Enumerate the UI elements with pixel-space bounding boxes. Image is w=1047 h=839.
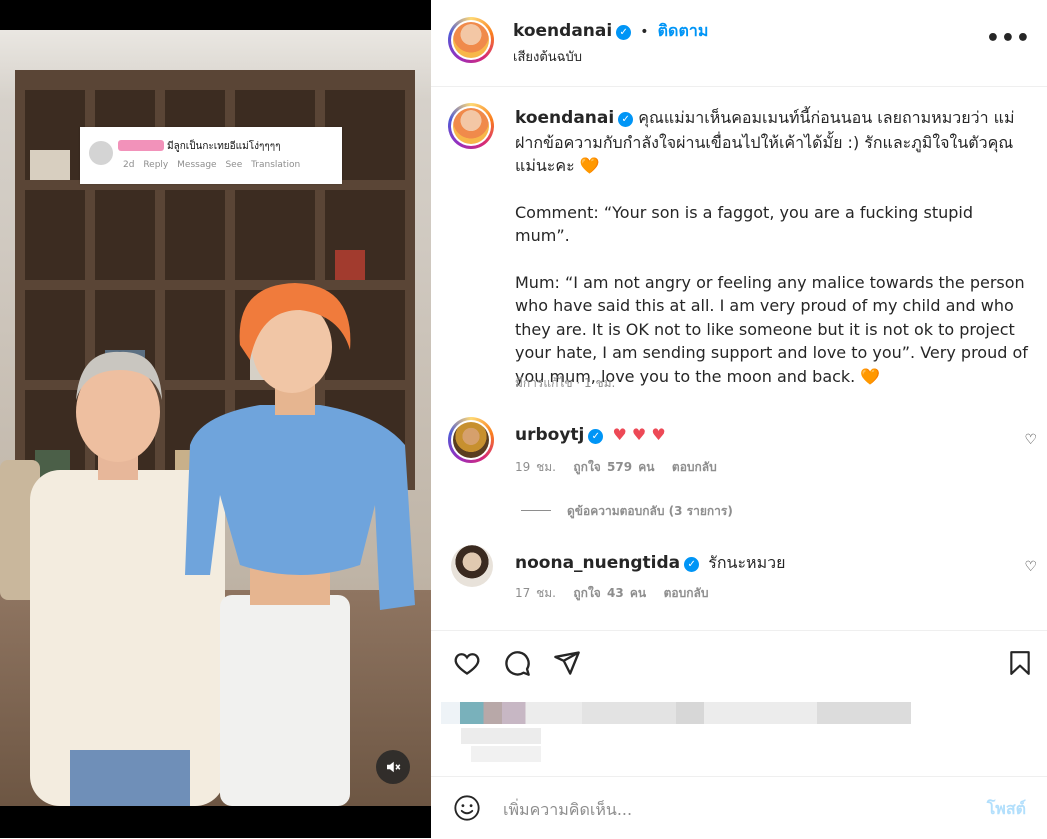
verified-badge-icon: ✓: [618, 112, 634, 128]
verified-badge-icon: ✓: [588, 429, 604, 444]
more-options-icon[interactable]: •••: [986, 26, 1031, 51]
post-comment-button[interactable]: โพสต์: [987, 797, 1026, 822]
overlay-message: Message: [177, 160, 217, 170]
header-separator: •: [640, 24, 649, 40]
author-username[interactable]: koendanai: [513, 21, 612, 41]
post-media[interactable]: มีลูกเป็นกะเทยอีแม่โง่ๆๆๆๆ 2d Reply Mess…: [0, 0, 431, 838]
overlay-translate: See Translation: [225, 160, 301, 170]
redacted-username: [118, 140, 164, 151]
comment-input[interactable]: เพิ่มความคิดเห็น...: [503, 798, 632, 823]
bookmark-icon[interactable]: [1007, 649, 1033, 677]
header-top-line: koendanai ✓ • ติดตาม: [513, 19, 708, 44]
comment-username[interactable]: noona_nuengtida: [515, 553, 680, 573]
comment-reply-button[interactable]: ตอบกลับ: [664, 586, 709, 600]
comment-time: 19 ชม.: [515, 460, 556, 474]
caption-comment-quote: Comment: “Your son is a faggot, you are …: [515, 202, 973, 246]
comment-meta: 19 ชม. ถูกใจ 579 คน ตอบกลับ: [515, 458, 717, 477]
caption-edited-time: มีการแก้ไข · 1 ชม.: [515, 376, 616, 390]
comment-like-heart-icon[interactable]: ♡: [1024, 432, 1037, 448]
comment-likes[interactable]: ถูกใจ 43 คน: [573, 586, 646, 600]
overlay-comment-meta: 2d Reply Message See Translation: [123, 160, 300, 170]
orange-heart-emoji: 🧡: [579, 156, 600, 175]
view-replies-button[interactable]: ดูข้อความตอบกลับ (3 รายการ): [521, 502, 733, 521]
author-avatar[interactable]: [448, 17, 494, 63]
overlay-age: 2d: [123, 160, 135, 170]
speaker-muted-icon: [387, 761, 401, 773]
send-icon[interactable]: [553, 649, 581, 677]
caption-avatar[interactable]: [448, 103, 494, 149]
post-actions-bar: [431, 630, 1047, 701]
post-details-panel: koendanai ✓ • ติดตาม เสียงต้นฉบับ ••• koe…: [431, 0, 1047, 838]
video-frame[interactable]: มีลูกเป็นกะเทยอีแม่โง่ๆๆๆๆ 2d Reply Mess…: [0, 30, 431, 806]
post-header: koendanai ✓ • ติดตาม เสียงต้นฉบับ •••: [431, 0, 1047, 87]
follow-button[interactable]: ติดตาม: [658, 21, 709, 40]
heart-icon[interactable]: [452, 649, 482, 677]
overlay-comment-text: มีลูกเป็นกะเทยอีแม่โง่ๆๆๆๆ: [167, 141, 281, 152]
comment-username[interactable]: urboytj: [515, 425, 584, 445]
add-comment-bar: เพิ่มความคิดเห็น... โพสต์: [431, 776, 1047, 839]
orange-heart-emoji: 🧡: [860, 366, 881, 386]
verified-badge-icon: ✓: [616, 25, 632, 40]
caption-mum-quote: Mum: “I am not angry or feeling any mali…: [515, 272, 1028, 386]
view-replies-label: ดูข้อความตอบกลับ (3 รายการ): [567, 504, 733, 518]
comment-likes[interactable]: ถูกใจ 579 คน: [573, 460, 654, 474]
comment-reply-button[interactable]: ตอบกลับ: [672, 460, 717, 474]
commenter-avatar[interactable]: [448, 417, 494, 463]
comment-icon[interactable]: [503, 649, 531, 677]
comment-text: รักนะหมวย: [708, 553, 786, 572]
person-son: [185, 283, 415, 806]
overlay-reply: Reply: [143, 160, 169, 170]
comment-text: ♥ ♥ ♥: [612, 425, 666, 444]
comment-like-heart-icon[interactable]: ♡: [1024, 559, 1037, 575]
commenter-avatar[interactable]: [451, 545, 493, 587]
likes-summary-redacted: [441, 702, 921, 762]
audio-label[interactable]: เสียงต้นฉบับ: [513, 46, 582, 67]
comment-body: noona_nuengtida ✓ รักนะหมวย: [515, 551, 786, 576]
mute-button[interactable]: [376, 750, 410, 784]
comment-time: 17 ชม.: [515, 586, 556, 600]
commenter-avatar: [89, 141, 113, 165]
video-comment-overlay: มีลูกเป็นกะเทยอีแม่โง่ๆๆๆๆ 2d Reply Mess…: [80, 127, 342, 184]
replies-divider: [521, 510, 551, 511]
comment-body: urboytj ✓ ♥ ♥ ♥: [515, 425, 666, 445]
caption-username[interactable]: koendanai: [515, 108, 614, 128]
post-caption: koendanai ✓ คุณแม่มาเห็นคอมเมนท์นี้ก่อนนอ…: [515, 106, 1030, 388]
smiley-icon[interactable]: [453, 794, 481, 822]
verified-badge-icon: ✓: [684, 557, 700, 572]
comment-meta: 17 ชม. ถูกใจ 43 คน ตอบกลับ: [515, 584, 708, 603]
